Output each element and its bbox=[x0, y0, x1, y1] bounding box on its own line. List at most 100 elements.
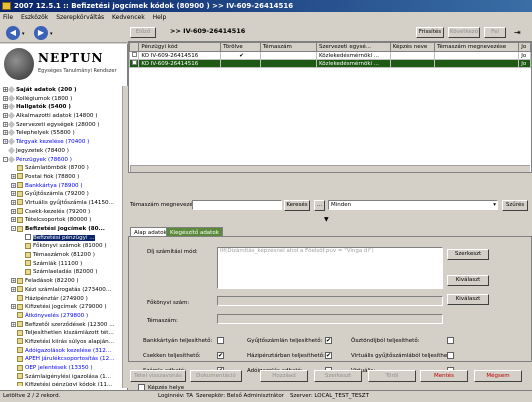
tree-item[interactable]: + Kollégiumok (1800 ) bbox=[0, 94, 128, 104]
filter-input[interactable] bbox=[192, 200, 282, 210]
tree-item[interactable]: Főkönyvi számok (81000 ) bbox=[0, 242, 128, 251]
tree-item[interactable]: + Postai fiók (78800 ) bbox=[0, 173, 128, 182]
grid-hscrollbar[interactable] bbox=[130, 165, 530, 172]
expand-toggle-icon[interactable]: + bbox=[3, 130, 8, 136]
column-header[interactable]: Jo bbox=[518, 42, 531, 52]
tree-item[interactable]: + Befizetői szerződések (12300 ... bbox=[0, 321, 128, 330]
tree-item[interactable]: Témaszámok (81200 ) bbox=[0, 251, 128, 260]
forward-arrow-icon[interactable]: ▶ bbox=[34, 26, 48, 40]
column-header[interactable]: Témaszám megnevezése bbox=[434, 42, 520, 52]
expand-toggle-icon[interactable]: + bbox=[11, 278, 16, 284]
expand-toggle-icon[interactable]: - bbox=[11, 226, 16, 231]
tree-item[interactable]: + Csekk-kezelés (79200 ) bbox=[0, 208, 128, 217]
delete-button[interactable]: Töröl bbox=[368, 370, 416, 382]
tree-item[interactable]: Házipénztár (274900 ) bbox=[0, 295, 128, 304]
tree-item[interactable]: Számlatömbök (8700 ) bbox=[0, 164, 128, 173]
dij-formula-field[interactable]: IIf(Dízámítás_képzésnél ahol a Főelsőf.p… bbox=[217, 247, 443, 289]
tree-item[interactable]: + Szervezeti egységek (28000 ) bbox=[0, 120, 128, 130]
fokonyv-select-button[interactable]: Kiválaszt bbox=[447, 275, 489, 286]
option-checkbox[interactable] bbox=[217, 337, 224, 344]
menu-szerepkorvaltas[interactable]: Szerepkörváltás bbox=[56, 14, 104, 21]
expand-toggle-icon[interactable]: + bbox=[11, 208, 16, 214]
row-checkbox[interactable] bbox=[132, 60, 137, 65]
tree-item[interactable]: Kifizetési kiírás súlyos alapján... bbox=[0, 338, 128, 347]
tree-item[interactable]: + Bankkártya (78900 ) bbox=[0, 182, 128, 191]
tree-item[interactable]: + Kézi számlaírogatás (273400... bbox=[0, 286, 128, 295]
column-header[interactable]: Témaszám bbox=[259, 42, 317, 52]
filter-select[interactable]: Minden ▾ bbox=[328, 200, 498, 210]
next-button[interactable]: Következő bbox=[448, 27, 480, 38]
save-button[interactable]: Mentés bbox=[420, 370, 468, 382]
tree-item[interactable]: - Befizetési jogcímek (80... bbox=[0, 225, 128, 234]
option-checkbox[interactable] bbox=[447, 352, 454, 359]
expand-toggle-icon[interactable]: + bbox=[11, 182, 16, 188]
tree-item[interactable]: OEP jelentések (13350 ) bbox=[0, 364, 128, 373]
tree-item[interactable]: + Feladások (82200 ) bbox=[0, 277, 128, 286]
option-checkbox[interactable]: ✔ bbox=[325, 337, 332, 344]
row-checkbox[interactable] bbox=[132, 52, 137, 57]
search-button[interactable]: Keresés bbox=[284, 200, 310, 211]
edit-button[interactable]: Szerkeszt bbox=[314, 370, 362, 382]
expand-toggle-icon[interactable]: + bbox=[11, 191, 16, 197]
pin-icon[interactable]: ⇥ bbox=[514, 28, 521, 37]
edit-formula-button[interactable]: Szerkeszt bbox=[447, 249, 489, 260]
tree-item[interactable]: Számlák (11100 ) bbox=[0, 260, 128, 269]
tree-item[interactable]: + Tárgyak kezelése (70400 ) bbox=[0, 138, 128, 147]
menu-kedvencek[interactable]: Kedvencek bbox=[112, 14, 145, 21]
tree-item[interactable]: Adóigazolások kezelése (312... bbox=[0, 347, 128, 356]
add-button[interactable]: Hozzáad bbox=[260, 370, 308, 382]
tree-item[interactable]: + Kifizetési jogcímek (279000 ) bbox=[0, 303, 128, 312]
tree-item[interactable]: + Tételcsoportok (80000 ) bbox=[0, 216, 128, 225]
back-button[interactable]: Előző bbox=[130, 27, 156, 38]
row-selector[interactable] bbox=[128, 59, 140, 68]
menu-file[interactable]: File bbox=[3, 14, 13, 21]
expand-toggle-icon[interactable]: + bbox=[3, 104, 8, 110]
documentation-button[interactable]: Dokumentáció bbox=[190, 370, 242, 382]
menu-eszkozok[interactable]: Eszközök bbox=[21, 14, 48, 21]
tree-item[interactable]: Számlaigénylési igazolása (1... bbox=[0, 373, 128, 382]
row-selector[interactable] bbox=[128, 51, 140, 60]
tree-item[interactable]: + Hallgatók (5400 ) bbox=[0, 103, 128, 112]
column-header[interactable]: Törölve bbox=[220, 42, 261, 52]
column-header[interactable]: Képzés neve bbox=[389, 42, 436, 52]
tree-item[interactable]: Számlaeladás (82000 ) bbox=[0, 268, 128, 277]
revoke-item-button[interactable]: Tétel visszavonás bbox=[130, 370, 186, 382]
column-header[interactable]: Szervezeti egysé... bbox=[315, 42, 391, 52]
tree-item[interactable]: Teljesíthetlen kiszámlázott tét... bbox=[0, 329, 128, 338]
chevron-down-icon[interactable]: ▾ bbox=[50, 31, 53, 37]
tree-item[interactable]: APEH járulékcsoportosítás (12... bbox=[0, 355, 128, 364]
tree-item[interactable]: Kifizetési pénzügyi kódok (11... bbox=[0, 381, 128, 386]
column-header[interactable] bbox=[128, 42, 140, 52]
expand-toggle-icon[interactable]: + bbox=[11, 321, 16, 327]
temaszam-select-button[interactable]: Kiválaszt bbox=[447, 294, 489, 305]
tree-item[interactable]: + Alkalmazotti adatok (14800 ) bbox=[0, 112, 128, 121]
tree-item[interactable]: + Saját adatok (200 ) bbox=[0, 86, 128, 95]
menu-help[interactable]: Help bbox=[153, 14, 167, 21]
temaszam-field[interactable] bbox=[217, 314, 443, 324]
tree-item[interactable]: + Telephelyek (55800 ) bbox=[0, 129, 128, 138]
back-arrow-icon[interactable]: ◀ bbox=[6, 26, 20, 40]
expand-toggle-icon[interactable]: + bbox=[11, 199, 16, 205]
cancel-button[interactable]: Mégsem bbox=[474, 370, 522, 382]
chevron-down-icon[interactable]: ▾ bbox=[22, 31, 25, 37]
refresh-button[interactable]: Frissítés bbox=[416, 27, 444, 38]
tree-item[interactable]: + Gyűjtőszámla (79200 ) bbox=[0, 190, 128, 199]
tree-item[interactable]: Átkönyvelés (279800 ) bbox=[0, 312, 128, 321]
option-checkbox[interactable]: ✔ bbox=[325, 352, 332, 359]
splitter-arrow-icon[interactable]: ▼ bbox=[324, 216, 329, 223]
expand-toggle-icon[interactable]: + bbox=[11, 217, 16, 223]
tree-item[interactable]: Jegyzetek (78400 ) bbox=[0, 146, 128, 156]
option-checkbox[interactable] bbox=[447, 337, 454, 344]
filter-apply-button[interactable]: Szűrés bbox=[502, 200, 528, 211]
table-row[interactable]: KO IV-609-26414516 ✔ Közlekedésmérnöki ...… bbox=[128, 51, 531, 60]
expand-toggle-icon[interactable]: + bbox=[11, 173, 16, 179]
fokonyv-field[interactable] bbox=[217, 296, 443, 306]
tree-item[interactable]: + Virtuális gyűjtőszámla (14150... bbox=[0, 199, 128, 208]
up-button[interactable]: Fel bbox=[484, 27, 506, 38]
column-header[interactable]: Pénzügyi kód bbox=[138, 42, 222, 52]
expand-toggle-icon[interactable]: + bbox=[11, 304, 16, 310]
expand-toggle-icon[interactable]: + bbox=[11, 286, 16, 292]
table-row[interactable]: KO IV-609-26414516 Közlekedésmérnöki ... J… bbox=[128, 59, 531, 68]
tree-item[interactable]: Befizetési pénzügyi ... bbox=[0, 233, 128, 243]
ellipsis-button[interactable]: ... bbox=[314, 200, 325, 211]
